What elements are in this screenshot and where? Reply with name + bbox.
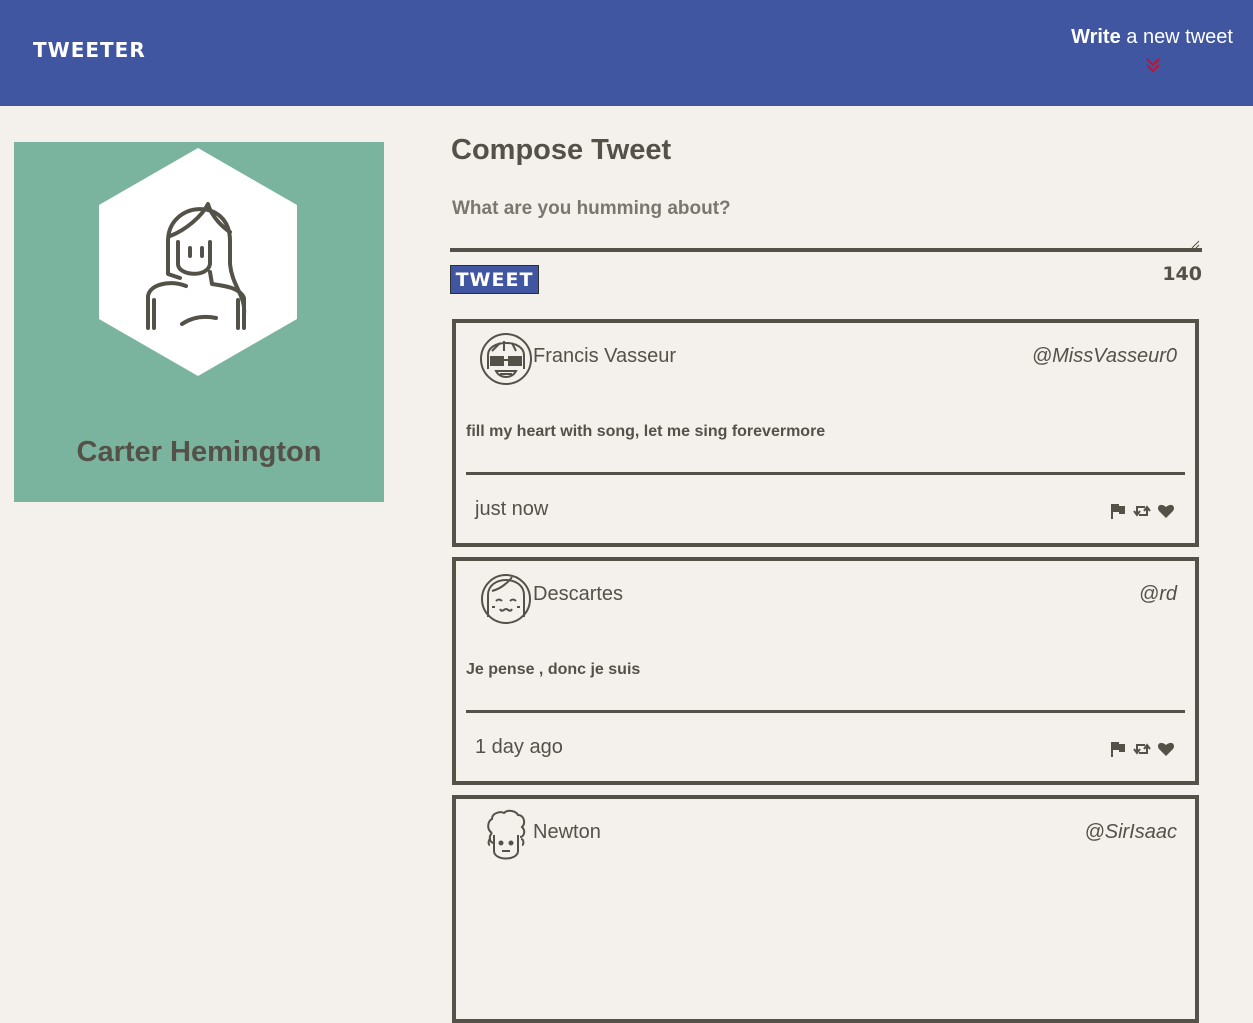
tweet-timestamp: 1 day ago (475, 736, 563, 758)
new-tweet-label: a new tweet (1120, 26, 1233, 48)
tweet-handle: @rd (1138, 583, 1177, 605)
tweet-divider (466, 472, 1185, 475)
flag-icon[interactable] (1109, 502, 1127, 520)
heart-icon[interactable] (1157, 740, 1175, 758)
tweet-card: Newton @SirIsaac (452, 795, 1199, 1023)
brand-logo[interactable]: TWEETER (33, 38, 146, 62)
tweet-actions (1109, 740, 1175, 758)
retweet-icon[interactable] (1133, 502, 1151, 520)
smiling-girl-avatar-icon (481, 574, 531, 624)
tweet-author: Newton (533, 821, 601, 843)
sunglasses-avatar-icon (480, 333, 532, 385)
resize-grip-icon[interactable] (1191, 240, 1200, 249)
tweet-timestamp: just now (475, 498, 549, 520)
tweet-submit-button[interactable]: TWEET (450, 265, 539, 294)
tweet-handle: @MissVasseur0 (1031, 345, 1177, 367)
double-chevron-down-icon[interactable] (1145, 56, 1161, 74)
tweet-author: Francis Vasseur (533, 345, 677, 367)
top-nav: TWEETER Write a new tweet (0, 0, 1253, 106)
compose-title: Compose Tweet (451, 134, 672, 166)
tweet-divider (466, 710, 1185, 713)
tweet-card: Descartes @rd Je pense , donc je suis 1 … (452, 557, 1199, 785)
tweet-card: Francis Vasseur @MissVasseur0 fill my he… (452, 319, 1199, 547)
write-label: Write (1071, 26, 1121, 48)
tweet-text-input[interactable] (450, 194, 1202, 252)
tweet-author: Descartes (533, 583, 624, 605)
write-new-tweet-toggle[interactable]: Write a new tweet (1071, 26, 1233, 49)
tweet-body: Je pense , donc je suis (466, 661, 641, 678)
flag-icon[interactable] (1109, 740, 1127, 758)
user-profile-card: Carter Hemington (14, 142, 384, 502)
retweet-icon[interactable] (1133, 740, 1151, 758)
tweet-body: fill my heart with song, let me sing for… (466, 423, 826, 440)
profile-name: Carter Hemington (76, 436, 322, 468)
girl-avatar-icon (99, 148, 297, 376)
character-counter: 140 (1162, 263, 1202, 285)
tweet-handle: @SirIsaac (1084, 821, 1177, 843)
curly-hair-avatar-icon (487, 809, 526, 860)
tweet-actions (1109, 502, 1175, 520)
heart-icon[interactable] (1157, 502, 1175, 520)
